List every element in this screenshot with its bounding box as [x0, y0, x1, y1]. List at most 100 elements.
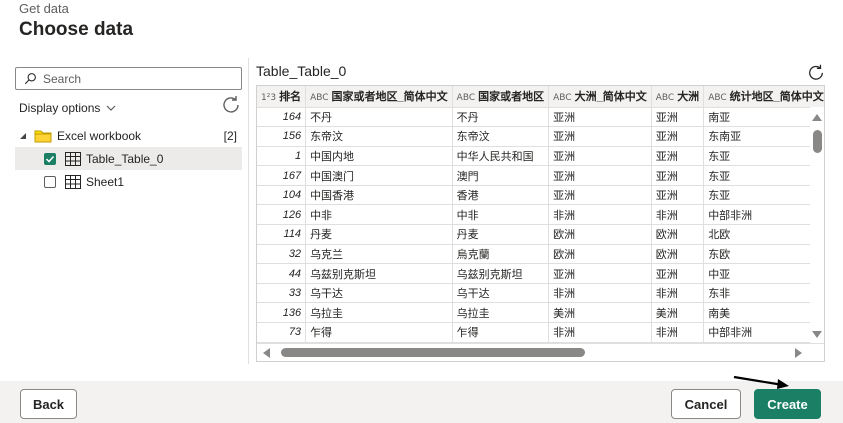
table-cell[interactable]: 中华人民共和国: [452, 146, 550, 167]
table-cell[interactable]: 中国澳门: [305, 165, 453, 186]
table-cell[interactable]: 非洲: [651, 322, 705, 343]
horizontal-scroll-thumb[interactable]: [281, 348, 585, 357]
table-cell[interactable]: 亚洲: [548, 263, 652, 284]
table-cell[interactable]: 104: [257, 185, 307, 206]
table-cell[interactable]: 亚洲: [651, 126, 705, 147]
table-cell[interactable]: 164: [257, 107, 307, 128]
table-cell[interactable]: 东南亚: [703, 126, 824, 147]
checkbox-table-table-0[interactable]: [44, 152, 56, 165]
table-cell[interactable]: 非洲: [548, 204, 652, 226]
scroll-right-icon[interactable]: [795, 348, 802, 358]
vertical-scroll-thumb[interactable]: [813, 130, 822, 153]
table-cell[interactable]: 非洲: [548, 283, 652, 304]
table-cell[interactable]: 亚洲: [651, 263, 705, 284]
tree-item-sheet1[interactable]: Sheet1: [15, 170, 242, 193]
table-cell[interactable]: 136: [257, 302, 307, 324]
table-cell[interactable]: 东欧: [703, 244, 824, 265]
table-cell[interactable]: 中部非洲: [703, 322, 824, 343]
table-cell[interactable]: 欧洲: [548, 244, 652, 265]
table-cell[interactable]: 中国内地: [305, 146, 453, 167]
column-header[interactable]: ABC 大洲_简体中文: [548, 86, 652, 108]
column-header[interactable]: 1²3 排名: [257, 86, 307, 108]
table-cell[interactable]: 126: [257, 204, 307, 226]
table-cell[interactable]: 乌拉圭: [305, 302, 453, 324]
data-preview-grid[interactable]: 1²3 排名 ABC 国家或者地区_简体中文 ABC 国家或者地区 ABC 大洲_简体中…: [256, 85, 825, 362]
table-cell[interactable]: 亚洲: [548, 185, 652, 206]
table-cell[interactable]: 东亚: [703, 185, 824, 206]
table-cell[interactable]: 乌兹别克斯坦: [305, 263, 453, 284]
checkbox-sheet1[interactable]: [44, 175, 56, 188]
table-cell[interactable]: 32: [257, 244, 307, 265]
table-cell[interactable]: 南美: [703, 302, 824, 324]
table-cell[interactable]: 114: [257, 224, 307, 245]
table-cell[interactable]: 1: [257, 146, 307, 167]
caret-down-icon[interactable]: [18, 131, 28, 141]
table-cell[interactable]: 非洲: [651, 204, 705, 226]
table-cell[interactable]: 乌干达: [452, 283, 550, 304]
table-cell[interactable]: 亚洲: [651, 146, 705, 167]
table-cell[interactable]: 亚洲: [548, 165, 652, 186]
table-cell[interactable]: 非洲: [548, 322, 652, 343]
table-cell[interactable]: 香港: [452, 185, 550, 206]
table-cell[interactable]: 东帝汶: [305, 126, 453, 147]
table-cell[interactable]: 中国香港: [305, 185, 453, 206]
table-cell[interactable]: 丹麦: [452, 224, 550, 245]
table-cell[interactable]: 东亚: [703, 146, 824, 167]
cancel-button[interactable]: Cancel: [671, 389, 741, 419]
table-cell[interactable]: 亚洲: [651, 107, 705, 128]
table-cell[interactable]: 东亚: [703, 165, 824, 186]
table-cell[interactable]: 中非: [452, 204, 550, 226]
tree-item-excel-workbook[interactable]: Excel workbook [2]: [15, 124, 242, 147]
table-cell[interactable]: 中部非洲: [703, 204, 824, 226]
table-cell[interactable]: 中非: [305, 204, 453, 226]
create-button[interactable]: Create: [754, 389, 821, 419]
table-cell[interactable]: 亚洲: [548, 126, 652, 147]
column-header[interactable]: ABC 统计地区_简体中文: [703, 86, 824, 108]
table-cell[interactable]: 亚洲: [651, 165, 705, 186]
table-cell[interactable]: 欧洲: [548, 224, 652, 245]
search-box[interactable]: [15, 67, 242, 90]
table-cell[interactable]: 北欧: [703, 224, 824, 245]
table-cell[interactable]: 澳門: [452, 165, 550, 186]
table-cell[interactable]: 亚洲: [548, 107, 652, 128]
table-cell[interactable]: 乍得: [452, 322, 550, 343]
table-cell[interactable]: 亚洲: [651, 185, 705, 206]
column-header[interactable]: ABC 国家或者地区_简体中文: [305, 86, 453, 108]
scroll-up-icon[interactable]: [812, 114, 822, 121]
column-header[interactable]: ABC 大洲: [651, 86, 705, 108]
table-cell[interactable]: 乌拉圭: [452, 302, 550, 324]
vertical-scrollbar[interactable]: [810, 107, 824, 344]
table-cell[interactable]: 美洲: [548, 302, 652, 324]
scroll-left-icon[interactable]: [263, 348, 270, 358]
back-button[interactable]: Back: [20, 389, 77, 419]
table-cell[interactable]: 丹麦: [305, 224, 453, 245]
search-input[interactable]: [43, 71, 233, 86]
table-cell[interactable]: 乍得: [305, 322, 453, 343]
table-cell[interactable]: 欧洲: [651, 224, 705, 245]
refresh-icon[interactable]: [221, 94, 241, 114]
table-cell[interactable]: 33: [257, 283, 307, 304]
display-options-dropdown[interactable]: Display options: [19, 101, 116, 115]
table-cell[interactable]: 不丹: [305, 107, 453, 128]
table-cell[interactable]: 美洲: [651, 302, 705, 324]
column-header[interactable]: ABC 国家或者地区: [452, 86, 550, 108]
table-cell[interactable]: 73: [257, 322, 307, 343]
horizontal-scrollbar[interactable]: [257, 343, 824, 361]
table-cell[interactable]: 非洲: [651, 283, 705, 304]
table-cell[interactable]: 167: [257, 165, 307, 186]
table-cell[interactable]: 乌兹别克斯坦: [452, 263, 550, 284]
table-cell[interactable]: 不丹: [452, 107, 550, 128]
table-cell[interactable]: 东帝汶: [452, 126, 550, 147]
table-cell[interactable]: 烏克蘭: [452, 244, 550, 265]
table-cell[interactable]: 欧洲: [651, 244, 705, 265]
table-cell[interactable]: 亚洲: [548, 146, 652, 167]
table-cell[interactable]: 乌克兰: [305, 244, 453, 265]
pane-divider[interactable]: [248, 58, 249, 364]
table-cell[interactable]: 中亚: [703, 263, 824, 284]
table-cell[interactable]: 东非: [703, 283, 824, 304]
table-cell[interactable]: 156: [257, 126, 307, 147]
refresh-preview-icon[interactable]: [807, 63, 825, 81]
table-cell[interactable]: 44: [257, 263, 307, 284]
table-cell[interactable]: 南亚: [703, 107, 824, 128]
scroll-down-icon[interactable]: [812, 331, 822, 338]
